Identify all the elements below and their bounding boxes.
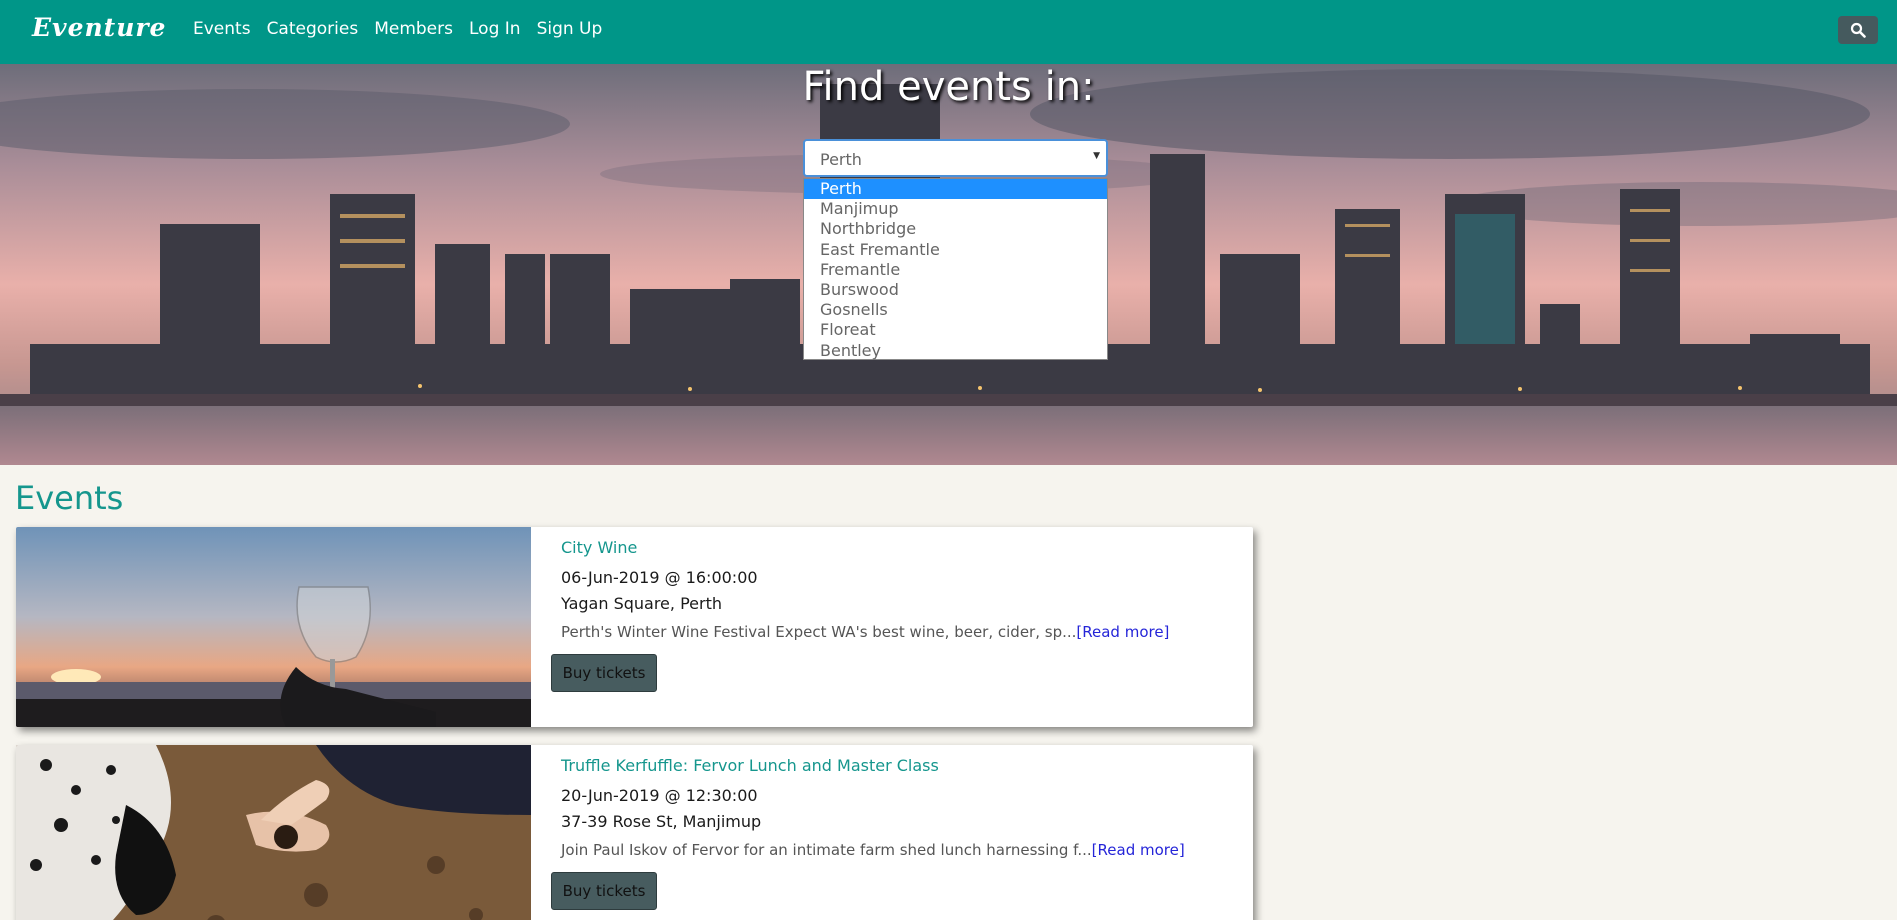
event-date: 06-Jun-2019 @ 16:00:00 bbox=[561, 568, 758, 587]
event-description: Perth's Winter Wine Festival Expect WA's… bbox=[561, 623, 1169, 641]
nav-link-signup[interactable]: Sign Up bbox=[537, 19, 603, 39]
option-bentley[interactable]: Bentley bbox=[804, 341, 1107, 361]
location-select-value: Perth bbox=[820, 150, 862, 169]
dog-truffle-image bbox=[16, 745, 531, 920]
search-icon bbox=[1850, 22, 1866, 38]
nav-link-login[interactable]: Log In bbox=[469, 19, 521, 39]
event-image bbox=[16, 527, 531, 727]
navbar: Eventure Events Categories Members Log I… bbox=[0, 0, 1897, 64]
event-card-body: Truffle Kerfuffle: Fervor Lunch and Mast… bbox=[561, 745, 1253, 920]
location-dropdown: Perth Manjimup Northbridge East Fremantl… bbox=[803, 178, 1108, 360]
event-title[interactable]: City Wine bbox=[561, 538, 637, 557]
option-northbridge[interactable]: Northbridge bbox=[804, 219, 1107, 239]
hero-title: Find events in: bbox=[802, 64, 1095, 110]
location-select[interactable]: Perth ▼ bbox=[803, 139, 1108, 177]
event-location: 37-39 Rose St, Manjimup bbox=[561, 812, 762, 831]
option-burswood[interactable]: Burswood bbox=[804, 280, 1107, 300]
event-card: City Wine 06-Jun-2019 @ 16:00:00 Yagan S… bbox=[16, 527, 1253, 727]
nav-link-events[interactable]: Events bbox=[193, 19, 251, 39]
nav-link-categories[interactable]: Categories bbox=[267, 19, 359, 39]
hero-banner: Find events in: Perth ▼ Perth Manjimup N… bbox=[0, 64, 1897, 465]
nav-link-members[interactable]: Members bbox=[374, 19, 453, 39]
event-title[interactable]: Truffle Kerfuffle: Fervor Lunch and Mast… bbox=[561, 756, 939, 775]
event-description-text: Join Paul Iskov of Fervor for an intimat… bbox=[561, 841, 1092, 859]
read-more-link[interactable]: [Read more] bbox=[1076, 623, 1169, 641]
event-card-body: City Wine 06-Jun-2019 @ 16:00:00 Yagan S… bbox=[561, 527, 1253, 727]
chevron-down-icon: ▼ bbox=[1093, 151, 1100, 161]
option-east-fremantle[interactable]: East Fremantle bbox=[804, 240, 1107, 260]
option-manjimup[interactable]: Manjimup bbox=[804, 199, 1107, 219]
option-floreat[interactable]: Floreat bbox=[804, 320, 1107, 340]
event-date: 20-Jun-2019 @ 12:30:00 bbox=[561, 786, 758, 805]
buy-tickets-button[interactable]: Buy tickets bbox=[551, 872, 657, 910]
event-image bbox=[16, 745, 531, 920]
nav-links: Events Categories Members Log In Sign Up bbox=[193, 19, 618, 39]
read-more-link[interactable]: [Read more] bbox=[1092, 841, 1185, 859]
event-description-text: Perth's Winter Wine Festival Expect WA's… bbox=[561, 623, 1077, 641]
wine-glass-sunset-image bbox=[16, 527, 531, 727]
event-location: Yagan Square, Perth bbox=[561, 594, 722, 613]
buy-tickets-button[interactable]: Buy tickets bbox=[551, 654, 657, 692]
option-fremantle[interactable]: Fremantle bbox=[804, 260, 1107, 280]
event-description: Join Paul Iskov of Fervor for an intimat… bbox=[561, 841, 1185, 859]
event-card: Truffle Kerfuffle: Fervor Lunch and Mast… bbox=[16, 745, 1253, 920]
option-gosnells[interactable]: Gosnells bbox=[804, 300, 1107, 320]
option-perth[interactable]: Perth bbox=[804, 179, 1107, 200]
search-button[interactable] bbox=[1838, 16, 1878, 44]
brand-logo[interactable]: Eventure bbox=[32, 13, 166, 42]
events-heading: Events bbox=[15, 479, 124, 517]
